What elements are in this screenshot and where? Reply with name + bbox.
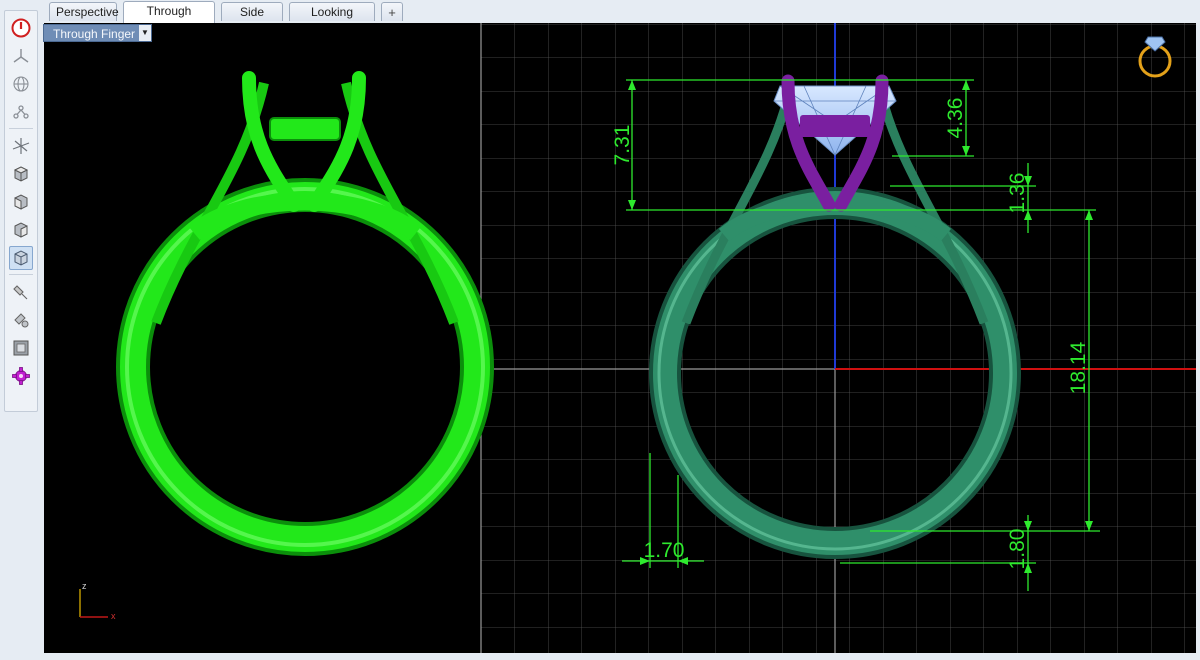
settings-gear-icon[interactable]	[9, 364, 33, 388]
tab-looking-down[interactable]: Looking Down	[289, 2, 375, 38]
globe-icon[interactable]	[9, 72, 33, 96]
dim-shoulder-gap: 1.36	[1006, 173, 1029, 214]
tab-side-view[interactable]: Side View	[221, 2, 283, 38]
axis-widget: z x	[79, 581, 116, 621]
dim-shank-side: 1.70	[644, 539, 685, 562]
ring-scene: z x 7.31 4.36 1.36 18.14 1.80 1.70	[79, 23, 1196, 653]
add-tab-button[interactable]: +	[381, 2, 403, 21]
dim-top-height: 7.31	[611, 125, 634, 166]
viewport-title-dropdown[interactable]: Through Finger ▼	[43, 24, 152, 42]
dim-shank-bottom: 1.80	[1006, 529, 1029, 570]
render-icon[interactable]	[9, 308, 33, 332]
dim-stone-height: 4.36	[944, 98, 967, 139]
light-icon[interactable]	[9, 280, 33, 304]
tab-perspective[interactable]: Perspective	[49, 2, 119, 21]
viewport-title: Through Finger	[53, 27, 136, 41]
tab-through-finger[interactable]: Through Finger	[123, 1, 215, 37]
tripod-icon[interactable]	[9, 44, 33, 68]
dim-ring-height: 18.14	[1067, 341, 1090, 394]
snap-icon[interactable]	[9, 100, 33, 124]
left-toolbar	[4, 10, 38, 412]
axis-z-label: z	[82, 581, 87, 591]
power-icon[interactable]	[9, 16, 33, 40]
ring-left	[116, 71, 494, 556]
box-side-icon[interactable]	[9, 218, 33, 242]
display-mode-icon[interactable]	[9, 336, 33, 360]
axis-x-label: x	[111, 611, 116, 621]
chevron-down-icon[interactable]: ▼	[139, 25, 151, 41]
box-top-icon[interactable]	[9, 162, 33, 186]
axis-gizmo-icon[interactable]	[9, 134, 33, 158]
viewport-through-finger[interactable]: z x 7.31 4.36 1.36 18.14 1.80 1.70	[44, 23, 1196, 653]
box-front-icon[interactable]	[9, 190, 33, 214]
viewport-tab-bar: Perspective Through Finger Side View Loo…	[44, 0, 1200, 38]
box-iso-icon[interactable]	[9, 246, 33, 270]
